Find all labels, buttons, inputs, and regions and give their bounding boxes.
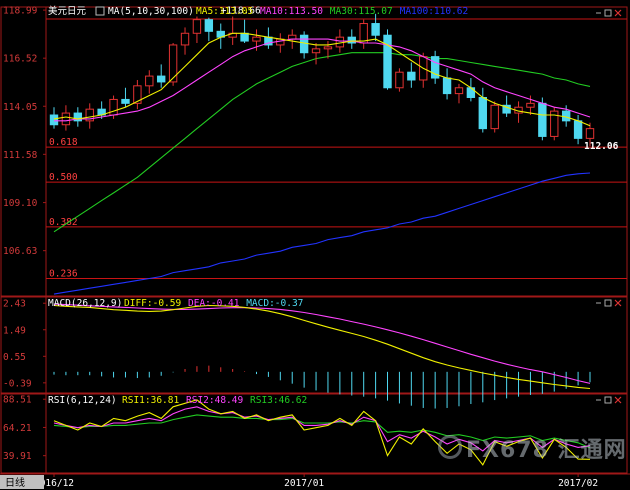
fib-level-label: 0.500 (49, 172, 78, 183)
candle-body (109, 98, 118, 116)
price-y-tick-label: 106.63 (3, 246, 37, 257)
rsi-y-tick-label: 39.91 (3, 451, 32, 462)
price-legend-ma30: MA30:115.07 (330, 6, 393, 17)
candle-body (121, 98, 130, 104)
candle-body (585, 128, 595, 139)
macd-legend-macd: MACD:-0.37 (246, 298, 303, 309)
price-legend-ma5: MA5:113.05 (196, 6, 253, 17)
price-y-tick-label: 111.58 (3, 150, 38, 161)
price-title: 美元日元 (48, 5, 87, 17)
rsi-y-tick-label: 64.21 (3, 423, 32, 434)
candle-body (157, 75, 166, 83)
macd-title: MACD(26,12,9) (48, 298, 122, 309)
candle-body (573, 120, 583, 139)
candle-body (407, 71, 416, 81)
fib-level-label: 0.236 (49, 268, 78, 279)
last-price-annotation: 112.06 (584, 141, 619, 152)
candle-body (61, 112, 71, 126)
candle-body (561, 110, 571, 122)
rsi-y-tick-label: 88.51 (3, 395, 32, 406)
rsi-legend-rsi2: RSI2:48.49 (186, 395, 243, 406)
candle-body (359, 23, 368, 44)
macd-legend-diff: DIFF:-0.59 (124, 298, 181, 309)
chart-stage: 118.99 116.52 114.05 111.58 109.10 106.63 2.43… (0, 0, 630, 490)
candle-body (204, 19, 214, 32)
price-y-tick-label: 116.52 (3, 54, 37, 65)
rsi-legend-rsi3: RSI3:46.62 (250, 395, 307, 406)
price-y-tick-label: 118.99 (3, 6, 38, 17)
candle-body (180, 32, 190, 46)
macd-y-tick-label: 0.55 (3, 352, 26, 363)
candle-body (347, 36, 356, 44)
price-indicator-label: MA(5,10,30,100) (108, 6, 194, 17)
candle-body (395, 71, 404, 89)
candle-body (145, 75, 154, 87)
candle-body (490, 104, 499, 130)
candle-body (252, 36, 261, 42)
macd-y-tick-label: 2.43 (3, 299, 26, 310)
price-y-tick-label: 109.10 (3, 198, 38, 209)
candle-body (299, 34, 309, 54)
macd-legend-dea: DEA:-0.41 (188, 298, 240, 309)
x-tick-label: 2017/02 (558, 478, 598, 489)
watermark: FX678 汇通网 (438, 432, 627, 464)
candle-body (335, 36, 345, 48)
macd-y-tick-label: 1.49 (3, 325, 26, 336)
x-tick-label: 2017/01 (284, 478, 324, 489)
candle-body (371, 23, 380, 36)
candle-body (323, 46, 333, 50)
candle-body (454, 87, 464, 95)
candle-body (288, 34, 297, 40)
rsi-title: RSI(6,12,24) (48, 395, 117, 406)
period-tab-daily[interactable]: 日线 (5, 476, 25, 489)
candle-body (49, 114, 59, 126)
candle-body (192, 19, 202, 34)
candle-body (526, 102, 535, 108)
candle-body (240, 32, 249, 42)
fib-level-label: 0.618 (49, 137, 78, 148)
price-legend-ma100: MA100:110.62 (400, 6, 469, 17)
macd-y-tick-label: -0.39 (3, 378, 32, 389)
watermark-text: FX678 汇通网 (466, 438, 627, 463)
candle-body (311, 48, 321, 54)
candle-body (478, 96, 487, 130)
chart-canvas: 118.99 116.52 114.05 111.58 109.10 106.63 2.43… (0, 0, 630, 490)
candle-body (442, 77, 452, 95)
candle-body (168, 44, 178, 83)
candle-body (538, 102, 547, 137)
rsi-legend-rsi1: RSI1:36.81 (122, 395, 179, 406)
price-legend-ma10: MA10:113.50 (260, 6, 323, 17)
price-y-tick-label: 114.05 (3, 102, 37, 113)
fx678-logo-icon (438, 435, 462, 459)
